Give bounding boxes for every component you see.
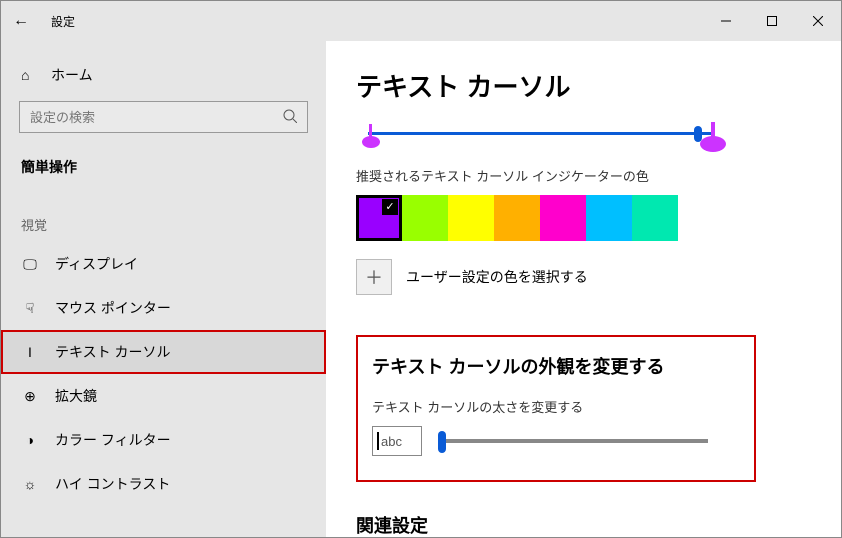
- nav-text-cursor[interactable]: I テキスト カーソル: [1, 330, 326, 374]
- search-input[interactable]: [30, 110, 283, 125]
- home-label: ホーム: [51, 65, 93, 85]
- checkmark-icon: ✓: [382, 199, 398, 215]
- nav-label: カラー フィルター: [55, 430, 171, 450]
- thickness-preview-text: abc: [381, 434, 402, 449]
- magnifier-icon: ⊕: [21, 388, 39, 405]
- thickness-slider[interactable]: [438, 439, 708, 443]
- indicator-left: [362, 136, 380, 148]
- slider-thumb[interactable]: [438, 431, 446, 453]
- color-swatch-lime[interactable]: [402, 195, 448, 241]
- color-swatch-yellow[interactable]: [448, 195, 494, 241]
- cursor-preview: [377, 432, 379, 450]
- appearance-section: テキスト カーソルの外観を変更する テキスト カーソルの太さを変更する abc: [356, 335, 756, 482]
- display-icon: 🖵: [21, 256, 39, 273]
- nav-label: 拡大鏡: [55, 386, 97, 406]
- back-button[interactable]: ←: [1, 12, 41, 30]
- window-title: 設定: [51, 13, 75, 30]
- indicator-right: [700, 136, 726, 152]
- sidebar: ⌂ ホーム 簡単操作 視覚 🖵 ディスプレイ ☟ マウス ポインター I テキス…: [1, 41, 326, 537]
- category-label: 視覚: [1, 191, 326, 242]
- nav-high-contrast[interactable]: ☼ ハイ コントラスト: [1, 462, 326, 506]
- nav-label: マウス ポインター: [55, 298, 171, 318]
- color-swatches: ✓: [356, 195, 811, 241]
- home-icon: ⌂: [21, 67, 37, 83]
- thickness-row: abc: [372, 426, 740, 456]
- color-swatch-magenta[interactable]: [540, 195, 586, 241]
- nav-label: ハイ コントラスト: [55, 474, 170, 494]
- search-icon: [283, 109, 297, 126]
- nav-color-filter[interactable]: ◑ カラー フィルター: [1, 418, 326, 462]
- color-swatch-purple[interactable]: ✓: [356, 195, 402, 241]
- cursor-indicator-preview: [356, 118, 726, 160]
- nav-display[interactable]: 🖵 ディスプレイ: [1, 242, 326, 286]
- indicator-bar: [368, 132, 712, 135]
- close-button[interactable]: [795, 1, 841, 41]
- color-filter-icon: ◑: [21, 432, 39, 448]
- color-swatch-cyan[interactable]: [586, 195, 632, 241]
- home-nav[interactable]: ⌂ ホーム: [1, 55, 326, 95]
- text-cursor-icon: I: [21, 344, 39, 360]
- plus-icon: ＋: [365, 264, 383, 290]
- color-swatch-teal[interactable]: [632, 195, 678, 241]
- page-title: テキスト カーソル: [356, 67, 811, 104]
- thickness-label: テキスト カーソルの太さを変更する: [372, 397, 740, 416]
- nav-label: テキスト カーソル: [55, 342, 170, 362]
- minimize-button[interactable]: [703, 1, 749, 41]
- appearance-heading: テキスト カーソルの外観を変更する: [372, 353, 740, 379]
- title-bar: ← 設定: [1, 1, 841, 41]
- custom-color-label: ユーザー設定の色を選択する: [406, 267, 588, 287]
- section-title: 簡単操作: [1, 151, 326, 191]
- maximize-button[interactable]: [749, 1, 795, 41]
- custom-color-row: ＋ ユーザー設定の色を選択する: [356, 259, 811, 295]
- window-controls: [703, 1, 841, 41]
- pointer-icon: ☟: [21, 300, 39, 317]
- search-box[interactable]: [19, 101, 308, 133]
- related-heading: 関連設定: [356, 512, 811, 537]
- nav-mouse-pointer[interactable]: ☟ マウス ポインター: [1, 286, 326, 330]
- nav-magnifier[interactable]: ⊕ 拡大鏡: [1, 374, 326, 418]
- recommended-colors-label: 推奨されるテキスト カーソル インジケーターの色: [356, 166, 811, 185]
- high-contrast-icon: ☼: [21, 476, 39, 492]
- add-custom-color-button[interactable]: ＋: [356, 259, 392, 295]
- color-swatch-orange[interactable]: [494, 195, 540, 241]
- nav-label: ディスプレイ: [55, 254, 138, 274]
- thickness-preview-box: abc: [372, 426, 422, 456]
- main-content: テキスト カーソル 推奨されるテキスト カーソル インジケーターの色 ✓ ＋ ユ…: [326, 41, 841, 537]
